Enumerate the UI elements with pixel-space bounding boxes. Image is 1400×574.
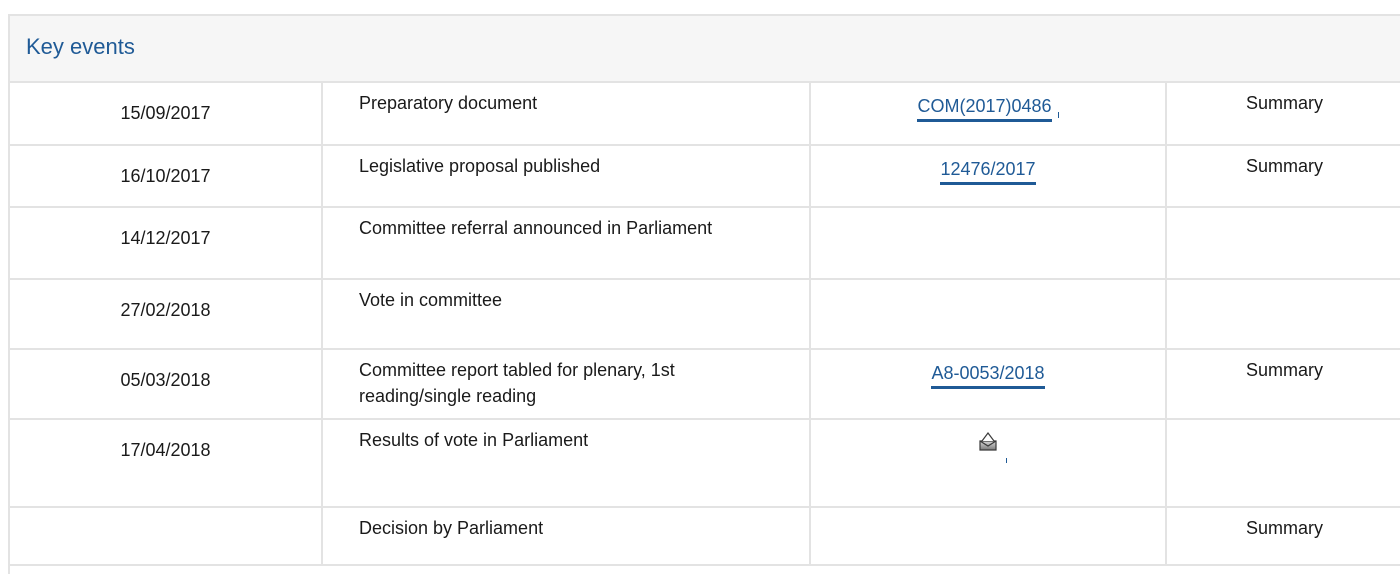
- table-row: 27/02/2018 Vote in committee: [10, 279, 1400, 350]
- event-reference: [810, 507, 1167, 566]
- event-description: Committee report tabled for plenary, 1st…: [322, 349, 811, 420]
- event-description: Results of vote in Parliament: [322, 419, 811, 508]
- event-date: 15/09/2017: [10, 83, 323, 146]
- vote-results-link[interactable]: [977, 430, 1007, 463]
- link-marker: [1057, 112, 1059, 118]
- event-summary: [1166, 419, 1400, 508]
- event-description: Legislative proposal published: [322, 145, 811, 208]
- table-row: 14/12/2017 Committee referral announced …: [10, 207, 1400, 280]
- event-reference: [810, 419, 1167, 508]
- event-summary[interactable]: Summary: [1166, 349, 1400, 420]
- event-date: 27/02/2018: [10, 279, 323, 350]
- event-reference: [810, 279, 1167, 350]
- table-row: 16/10/2017 Legislative proposal publishe…: [10, 145, 1400, 208]
- event-date: 17/04/2018: [10, 419, 323, 508]
- event-reference: A8-0053/2018: [810, 349, 1167, 420]
- event-date: [10, 507, 323, 566]
- event-description: Committee referral announced in Parliame…: [322, 207, 811, 280]
- event-summary[interactable]: Summary: [1166, 145, 1400, 208]
- document-link[interactable]: COM(2017)0486: [917, 94, 1052, 122]
- event-date: 14/12/2017: [10, 207, 323, 280]
- event-summary[interactable]: Summary: [1166, 507, 1400, 566]
- table-row: Decision by Parliament Summary: [10, 507, 1400, 566]
- document-link[interactable]: A8-0053/2018: [931, 361, 1045, 389]
- key-events-title: Key events: [26, 33, 135, 59]
- event-summary[interactable]: Summary: [1166, 83, 1400, 146]
- table-row: 17/04/2018 Results of vote in Parliament: [10, 419, 1400, 508]
- event-description: Decision by Parliament: [322, 507, 811, 566]
- event-reference: 12476/2017: [810, 145, 1167, 208]
- vote-results-icon: [979, 432, 997, 451]
- event-summary: [1166, 279, 1400, 350]
- event-reference: [810, 207, 1167, 280]
- event-description: Preparatory document: [322, 83, 811, 146]
- key-events-panel: Key events 15/09/2017 Preparatory docume…: [8, 14, 1400, 574]
- event-summary: [1166, 207, 1400, 280]
- event-reference: COM(2017)0486: [810, 83, 1167, 146]
- event-date: 16/10/2017: [10, 145, 323, 208]
- event-date: 05/03/2018: [10, 349, 323, 420]
- event-description: Vote in committee: [322, 279, 811, 350]
- key-events-header: Key events: [10, 16, 1400, 83]
- table-row: 05/03/2018 Committee report tabled for p…: [10, 349, 1400, 420]
- key-events-table: 15/09/2017 Preparatory document COM(2017…: [10, 83, 1400, 566]
- document-link[interactable]: 12476/2017: [940, 157, 1036, 185]
- table-row: 15/09/2017 Preparatory document COM(2017…: [10, 83, 1400, 146]
- link-marker: [1006, 458, 1007, 463]
